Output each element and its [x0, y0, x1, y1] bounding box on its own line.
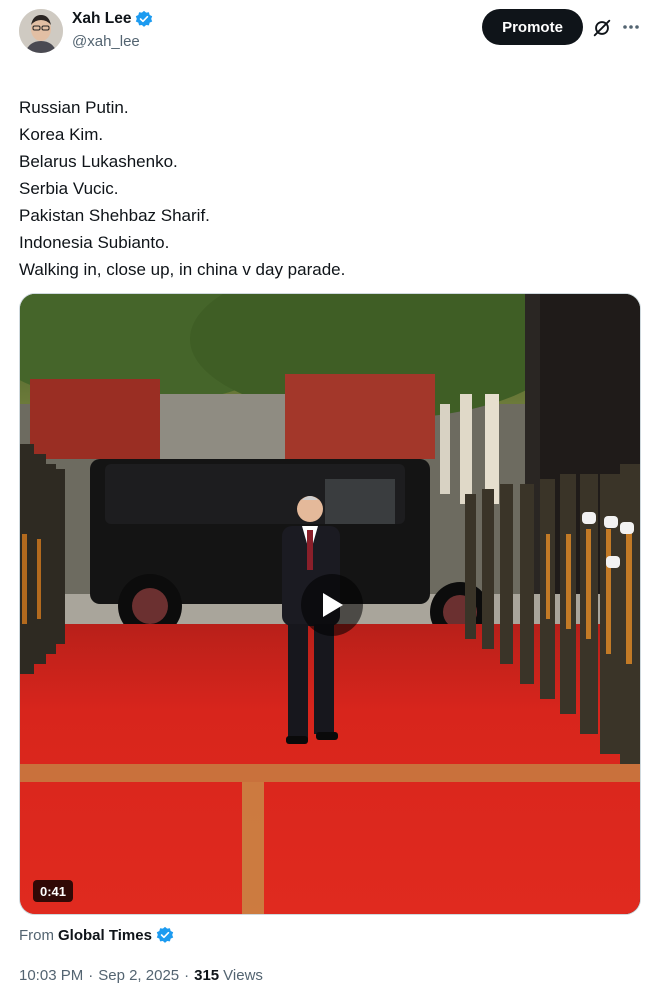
tweet-line: Korea Kim. — [19, 125, 104, 144]
tweet-line: Belarus Lukashenko. — [19, 152, 178, 171]
verified-badge-icon — [156, 926, 174, 943]
meta-separator: · — [184, 967, 190, 984]
source-account-link[interactable]: Global Times — [58, 927, 152, 944]
meta-separator: · — [88, 967, 94, 984]
media-source-row: From Global Times — [19, 926, 174, 944]
play-icon — [323, 593, 343, 617]
author-name-row[interactable]: Xah Lee — [72, 10, 153, 28]
verified-badge-icon — [136, 10, 153, 27]
play-button[interactable] — [301, 574, 363, 636]
tweet-line: Russian Putin. — [19, 98, 129, 117]
tweet-line: Serbia Vucic. — [19, 179, 119, 198]
author-handle[interactable]: @xah_lee — [72, 33, 140, 50]
promote-button[interactable]: Promote — [482, 9, 583, 45]
avatar-image — [19, 9, 63, 53]
tweet-line: Walking in, close up, in china v day par… — [19, 260, 346, 279]
tweet-line: Pakistan Shehbaz Sharif. — [19, 206, 210, 225]
author-display-name[interactable]: Xah Lee — [72, 10, 131, 28]
tweet-meta: 10:03 PM · Sep 2, 2025 · 315 Views — [19, 967, 263, 984]
tweet-date[interactable]: Sep 2, 2025 — [98, 967, 179, 984]
avatar[interactable] — [19, 9, 63, 53]
from-label: From — [19, 926, 54, 944]
grok-icon[interactable] — [591, 17, 613, 39]
more-options-icon[interactable] — [621, 17, 641, 37]
views-label: Views — [223, 967, 263, 984]
tweet-line: Indonesia Subianto. — [19, 233, 170, 252]
video-duration: 0:41 — [33, 880, 74, 902]
video-player[interactable]: 0:41 — [19, 293, 641, 915]
tweet-time[interactable]: 10:03 PM — [19, 967, 83, 984]
tweet-text: Russian Putin. Korea Kim. Belarus Lukash… — [19, 94, 619, 283]
views-count: 315 — [194, 967, 220, 984]
